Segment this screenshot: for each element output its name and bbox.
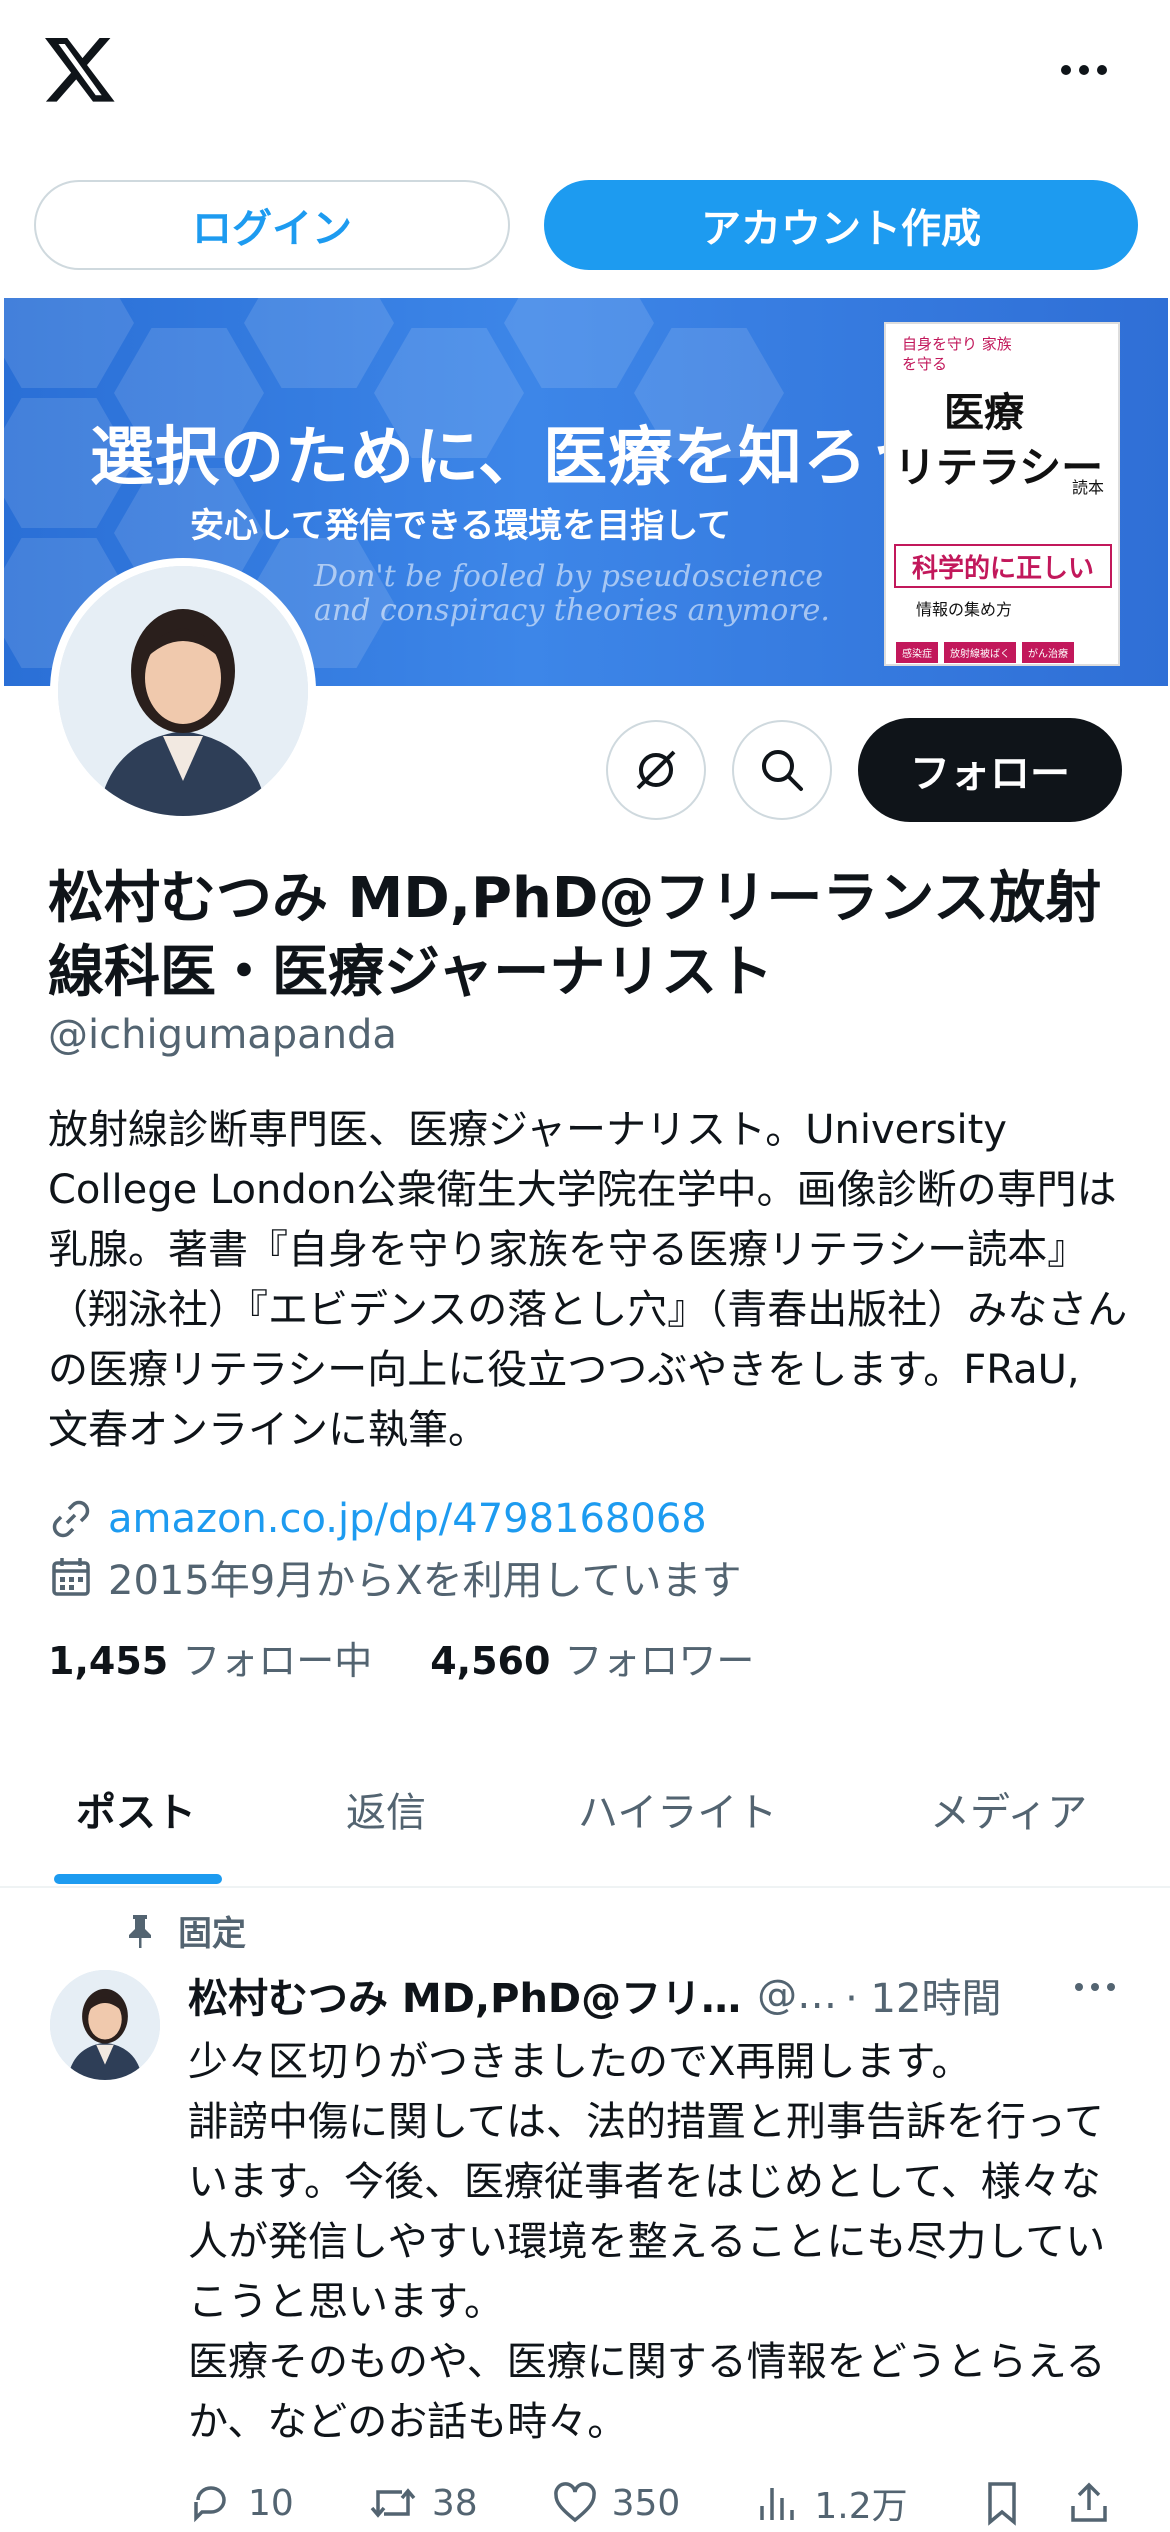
views-count: 1.2万 bbox=[814, 2486, 908, 2527]
repost-icon bbox=[370, 2488, 416, 2518]
post-text: 少々区切りがつきましたのでX再開します。 誹謗中傷に関しては、法的措置と刑事告訴… bbox=[188, 2039, 1106, 2445]
post-timestamp[interactable]: · 12時間 bbox=[845, 1966, 1001, 2024]
book-tag: 感染症 bbox=[896, 642, 938, 663]
views-button[interactable]: 1.2万 bbox=[754, 2477, 908, 2529]
repost-button[interactable]: 38 bbox=[368, 2480, 478, 2526]
tab-media[interactable]: メディア bbox=[930, 1780, 1087, 1838]
profile-website-link[interactable]: amazon.co.jp/dp/4798168068 bbox=[108, 1496, 707, 1542]
book-tags: 感染症 放射線被ばく がん治療 bbox=[896, 642, 1074, 663]
following-count: 1,455 bbox=[48, 1639, 169, 1683]
pinned-label: 固定 bbox=[178, 1914, 246, 1954]
banner-script-line: and conspiracy theories anymore. bbox=[314, 593, 830, 628]
follow-button[interactable]: フォロー bbox=[858, 718, 1122, 822]
avatar[interactable] bbox=[58, 566, 308, 816]
like-button[interactable]: 350 bbox=[552, 2480, 681, 2526]
post-header: 松村むつみ MD,PhD@フリ… @… · 12時間 bbox=[188, 1966, 1128, 2024]
tab-highlights[interactable]: ハイライト bbox=[578, 1780, 777, 1838]
followers-count-link[interactable]: 4,560 フォロワー bbox=[430, 1630, 754, 1685]
profile-bio: 放射線診断専門医、医療ジャーナリスト。University College Lo… bbox=[48, 1107, 1128, 1453]
following-label: フォロー中 bbox=[182, 1639, 373, 1683]
joined-row: 2015年9月からXを利用しています bbox=[48, 1548, 741, 1606]
followers-count: 4,560 bbox=[430, 1639, 551, 1683]
reply-count: 10 bbox=[248, 2482, 294, 2524]
reply-icon bbox=[194, 2486, 226, 2523]
more-options-icon[interactable] bbox=[1058, 50, 1110, 90]
book-band: 科学的に正しい bbox=[894, 544, 1112, 588]
banner-script-line: Don't be fooled by pseudoscience bbox=[314, 559, 824, 594]
banner-script-text: Don't be fooled by pseudoscience and con… bbox=[314, 560, 830, 628]
book-cover-image: 自身を守り 家族を守る 医療 リテラシー 読本 科学的に正しい 情報の集め方 感… bbox=[884, 322, 1120, 666]
calendar-icon bbox=[52, 1558, 90, 1596]
followers-label: フォロワー bbox=[564, 1639, 755, 1683]
profile-tabs: ポスト 返信 ハイライト メディア bbox=[0, 1750, 1170, 1888]
tab-posts[interactable]: ポスト bbox=[76, 1780, 196, 1838]
post-avatar[interactable] bbox=[50, 1970, 160, 2080]
follow-counts: 1,455 フォロー中 4,560 フォロワー bbox=[48, 1630, 754, 1685]
banner-headline: 選択のために、医療を知ろう bbox=[90, 421, 934, 495]
profile-link-row[interactable]: amazon.co.jp/dp/4798168068 bbox=[48, 1496, 707, 1542]
tab-replies[interactable]: 返信 bbox=[346, 1780, 426, 1838]
book-title-main: 医療 bbox=[944, 390, 1024, 436]
profile-name: 松村むつみ MD,PhD@フリーランス放射線科医・医療ジャーナリスト bbox=[48, 866, 1102, 1005]
post-author-name[interactable]: 松村むつみ MD,PhD@フリ… bbox=[188, 1966, 741, 2024]
post-actions: 10 38 350 1.2万 bbox=[188, 2474, 1148, 2532]
profile-handle: @ichigumapanda bbox=[48, 1012, 397, 1058]
share-button[interactable] bbox=[1068, 2480, 1110, 2526]
book-tag: 放射線被ばく bbox=[944, 642, 1016, 663]
like-count: 350 bbox=[611, 2482, 681, 2524]
views-chart-icon bbox=[760, 2488, 795, 2520]
book-tag: がん治療 bbox=[1022, 642, 1074, 663]
grok-button[interactable] bbox=[606, 720, 706, 820]
book-title-suffix: 読本 bbox=[1072, 478, 1105, 497]
book-tagline: 自身を守り 家族を守る bbox=[902, 335, 1012, 373]
login-button[interactable]: ログイン bbox=[34, 180, 510, 270]
joined-date: 2015年9月からXを利用しています bbox=[108, 1558, 742, 1604]
reply-button[interactable]: 10 bbox=[188, 2480, 294, 2526]
pinned-indicator: 固定 bbox=[120, 1906, 246, 1955]
post-author-handle[interactable]: @… bbox=[757, 1972, 837, 2018]
bookmark-icon bbox=[987, 2482, 1016, 2526]
book-caption: 情報の集め方 bbox=[916, 600, 1013, 619]
active-tab-indicator bbox=[54, 1874, 222, 1884]
following-count-link[interactable]: 1,455 フォロー中 bbox=[48, 1630, 372, 1685]
create-account-button[interactable]: アカウント作成 bbox=[544, 180, 1138, 270]
grok-icon bbox=[636, 750, 676, 790]
banner-subheadline: 安心して発信できる環境を目指して bbox=[190, 506, 732, 546]
share-icon bbox=[1070, 2482, 1107, 2522]
pin-icon bbox=[129, 1914, 151, 1948]
x-logo-icon[interactable] bbox=[44, 38, 118, 104]
search-icon bbox=[762, 750, 803, 791]
heart-icon bbox=[553, 2482, 596, 2523]
bookmark-button[interactable] bbox=[982, 2480, 1022, 2526]
search-button[interactable] bbox=[732, 720, 832, 820]
repost-count: 38 bbox=[431, 2482, 478, 2524]
post-more-icon[interactable] bbox=[1072, 1972, 1118, 2002]
link-icon bbox=[52, 1500, 90, 1538]
